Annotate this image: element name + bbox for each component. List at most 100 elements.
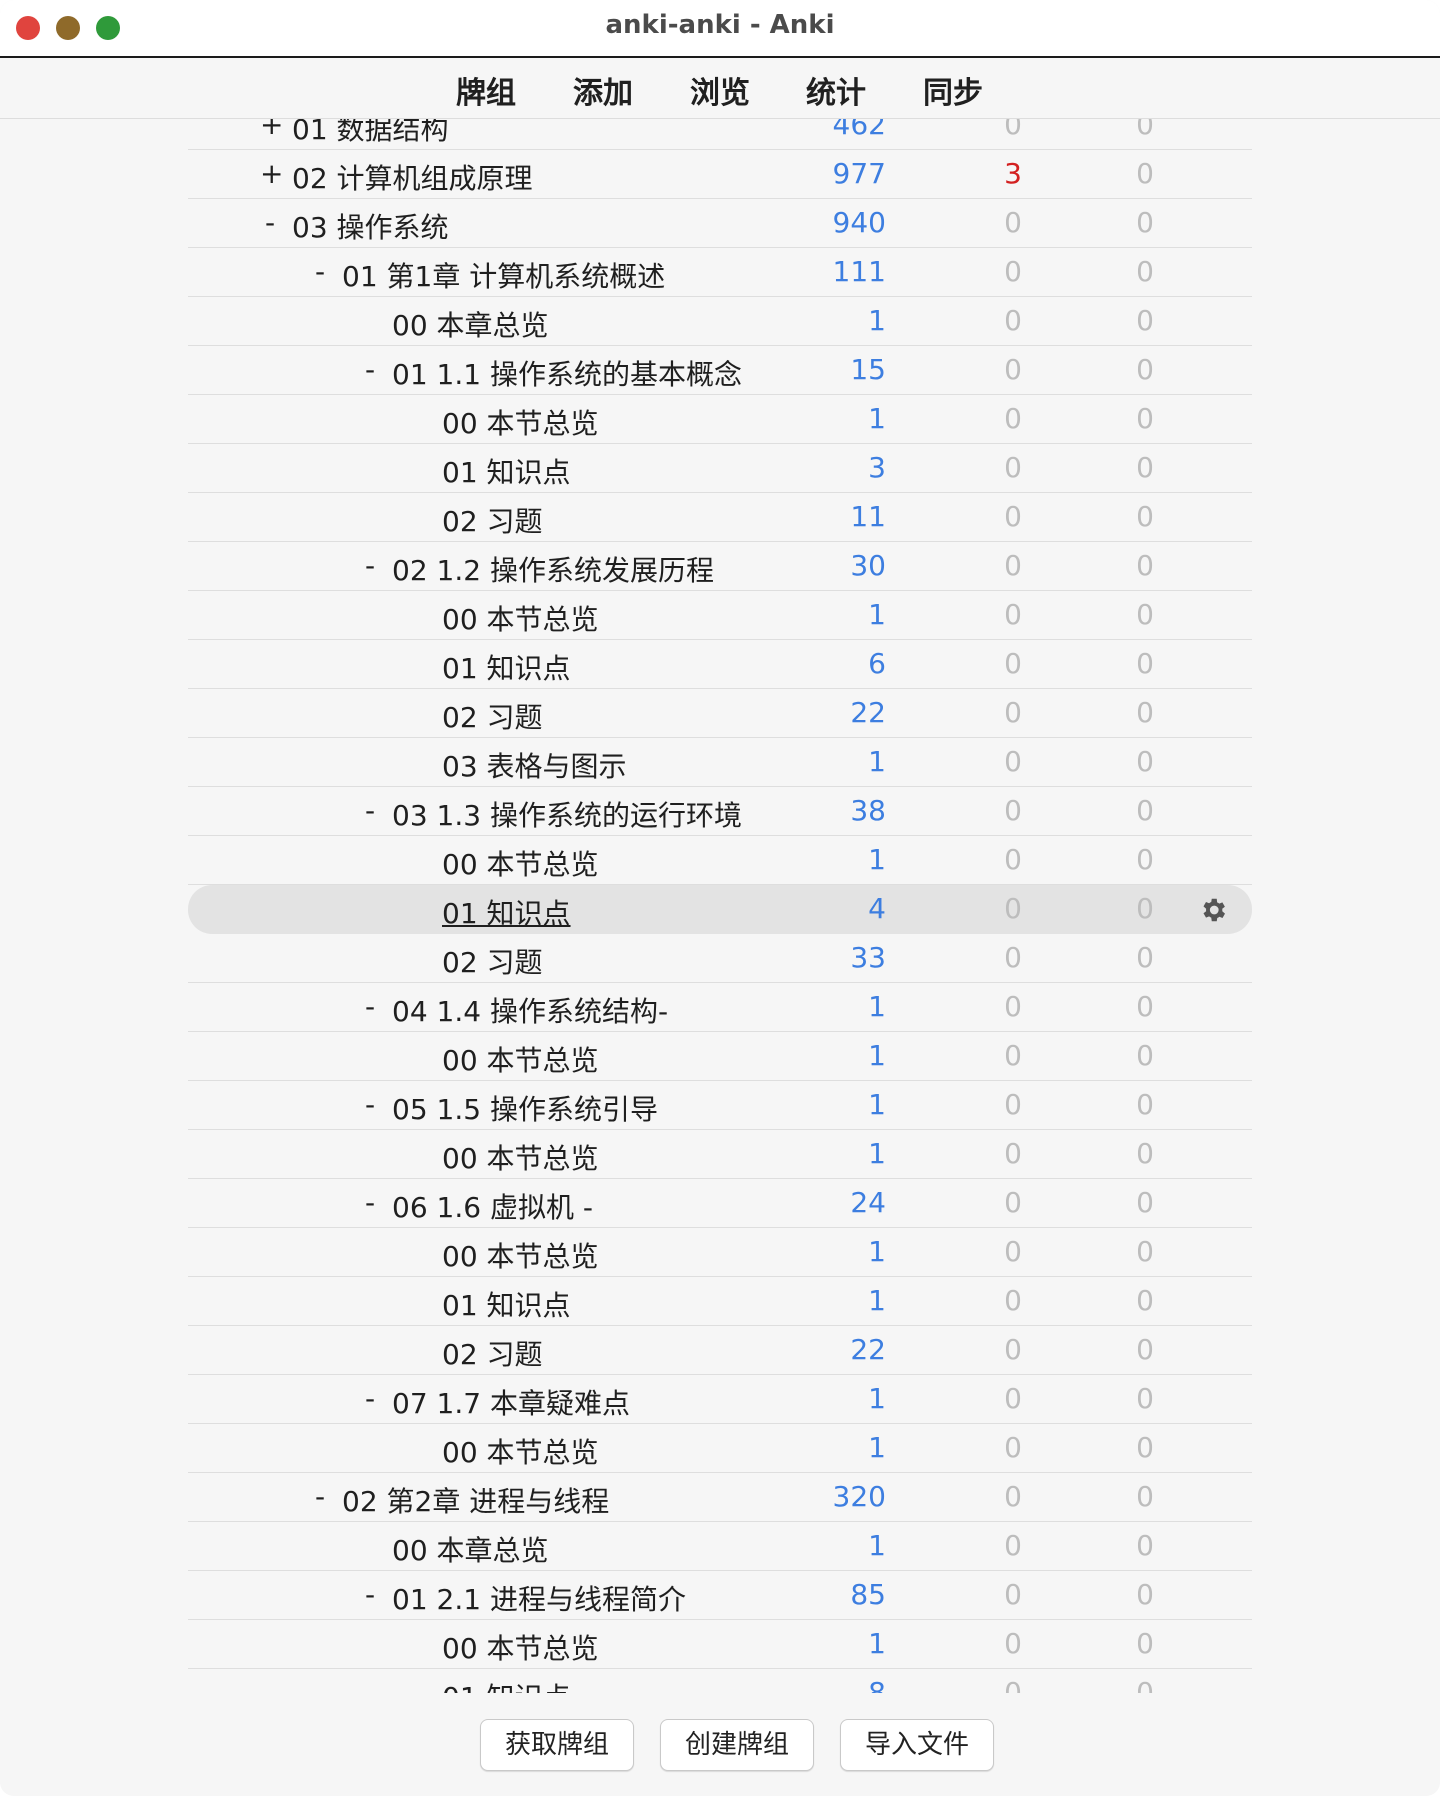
deck-name-link[interactable]: 00 本章总览 xyxy=(392,1529,549,1569)
deck-row[interactable]: 00 本节总览 1 0 0 xyxy=(188,1620,1252,1669)
deck-row[interactable]: 00 本节总览 1 0 0 xyxy=(188,1424,1252,1473)
deck-name-link[interactable]: 07 1.7 本章疑难点 xyxy=(392,1382,630,1422)
import-file-button[interactable]: 导入文件 xyxy=(840,1719,994,1771)
deck-row[interactable]: 02 习题 33 0 0 xyxy=(188,934,1252,983)
tab-add[interactable]: 添加 xyxy=(573,68,633,112)
learn-count: 0 xyxy=(1004,990,1022,1023)
deck-name-link[interactable]: 02 习题 xyxy=(442,941,543,981)
due-count: 0 xyxy=(1136,451,1154,484)
deck-name-link[interactable]: 04 1.4 操作系统结构- xyxy=(392,990,668,1030)
collapse-toggle[interactable]: - xyxy=(360,1088,380,1121)
collapse-toggle[interactable]: - xyxy=(360,794,380,827)
deck-name-link[interactable]: 03 表格与图示 xyxy=(442,745,627,785)
due-count: 0 xyxy=(1136,598,1154,631)
deck-name-link[interactable]: 00 本节总览 xyxy=(442,843,599,883)
deck-name-link[interactable]: 00 本节总览 xyxy=(442,1431,599,1471)
deck-name-link[interactable]: 05 1.5 操作系统引导 xyxy=(392,1088,658,1128)
deck-row-current[interactable]: 01 知识点 4 0 0 xyxy=(188,885,1252,934)
deck-row[interactable]: 03 表格与图示 1 0 0 xyxy=(188,738,1252,787)
collapse-toggle[interactable]: - xyxy=(260,206,280,239)
deck-name-link[interactable]: 01 第1章 计算机系统概述 xyxy=(342,255,665,295)
deck-row[interactable]: -01 1.1 操作系统的基本概念 15 0 0 xyxy=(188,346,1252,395)
deck-name-link[interactable]: 01 1.1 操作系统的基本概念 xyxy=(392,353,742,393)
deck-row[interactable]: -02 1.2 操作系统发展历程 30 0 0 xyxy=(188,542,1252,591)
get-shared-button[interactable]: 获取牌组 xyxy=(480,1719,634,1771)
deck-row[interactable]: -05 1.5 操作系统引导 1 0 0 xyxy=(188,1081,1252,1130)
create-deck-button[interactable]: 创建牌组 xyxy=(660,1719,814,1771)
deck-row[interactable]: 02 习题 22 0 0 xyxy=(188,1326,1252,1375)
deck-row[interactable]: 00 本节总览 1 0 0 xyxy=(188,1032,1252,1081)
expand-toggle[interactable]: + xyxy=(260,119,283,141)
deck-name-link[interactable]: 01 知识点 xyxy=(442,1676,571,1693)
tab-decks[interactable]: 牌组 xyxy=(456,68,516,112)
deck-row[interactable]: 00 本章总览 1 0 0 xyxy=(188,1522,1252,1571)
collapse-toggle[interactable]: - xyxy=(310,1480,330,1513)
deck-name-link[interactable]: 00 本节总览 xyxy=(442,1039,599,1079)
deck-row[interactable]: 01 知识点 6 0 0 xyxy=(188,640,1252,689)
collapse-toggle[interactable]: - xyxy=(360,549,380,582)
deck-row[interactable]: 01 知识点 3 0 0 xyxy=(188,444,1252,493)
due-count: 0 xyxy=(1136,500,1154,533)
collapse-toggle[interactable]: - xyxy=(360,353,380,386)
deck-name-link[interactable]: 02 1.2 操作系统发展历程 xyxy=(392,549,714,589)
deck-row[interactable]: -01 2.1 进程与线程简介 85 0 0 xyxy=(188,1571,1252,1620)
new-count: 1 xyxy=(868,1431,886,1464)
deck-name-link[interactable]: 01 知识点 xyxy=(442,1284,571,1324)
collapse-toggle[interactable]: - xyxy=(360,1578,380,1611)
deck-row[interactable]: 00 本节总览 1 0 0 xyxy=(188,1130,1252,1179)
deck-name-link[interactable]: 00 本节总览 xyxy=(442,598,599,638)
gear-icon[interactable] xyxy=(1198,895,1228,925)
expand-toggle[interactable]: + xyxy=(260,157,283,190)
deck-name-link[interactable]: 02 第2章 进程与线程 xyxy=(342,1480,609,1520)
deck-row[interactable]: +01 数据结构 462 0 0 xyxy=(188,119,1252,150)
deck-name-link[interactable]: 00 本节总览 xyxy=(442,402,599,442)
tab-browse[interactable]: 浏览 xyxy=(690,68,750,112)
deck-name-link[interactable]: 02 习题 xyxy=(442,500,543,540)
deck-row[interactable]: 01 知识点 1 0 0 xyxy=(188,1277,1252,1326)
deck-row[interactable]: -03 1.3 操作系统的运行环境 38 0 0 xyxy=(188,787,1252,836)
collapse-toggle[interactable]: - xyxy=(360,990,380,1023)
deck-name-link[interactable]: 00 本节总览 xyxy=(442,1235,599,1275)
deck-name-link[interactable]: 00 本节总览 xyxy=(442,1627,599,1667)
deck-row[interactable]: 01 知识点 8 0 0 xyxy=(188,1669,1252,1693)
deck-row[interactable]: 02 习题 22 0 0 xyxy=(188,689,1252,738)
tab-stats[interactable]: 统计 xyxy=(806,68,866,112)
deck-row[interactable]: 00 本节总览 1 0 0 xyxy=(188,1228,1252,1277)
due-count: 0 xyxy=(1136,1431,1154,1464)
deck-row[interactable]: +02 计算机组成原理 977 3 0 xyxy=(188,150,1252,199)
deck-name-link[interactable]: 02 习题 xyxy=(442,1333,543,1373)
deck-row[interactable]: -01 第1章 计算机系统概述 111 0 0 xyxy=(188,248,1252,297)
new-count: 85 xyxy=(850,1578,886,1611)
deck-name-link[interactable]: 02 习题 xyxy=(442,696,543,736)
deck-name-link[interactable]: 00 本章总览 xyxy=(392,304,549,344)
deck-name-link[interactable]: 03 1.3 操作系统的运行环境 xyxy=(392,794,742,834)
collapse-toggle[interactable]: - xyxy=(360,1382,380,1415)
deck-name-link[interactable]: 02 计算机组成原理 xyxy=(292,157,533,197)
deck-name-link[interactable]: 06 1.6 虚拟机 - xyxy=(392,1186,593,1226)
new-count: 940 xyxy=(832,206,886,239)
deck-name-link[interactable]: 00 本节总览 xyxy=(442,1137,599,1177)
learn-count: 0 xyxy=(1004,1088,1022,1121)
deck-name-link[interactable]: 01 知识点 xyxy=(442,892,571,932)
learn-count: 0 xyxy=(1004,1627,1022,1660)
deck-row[interactable]: 00 本章总览 1 0 0 xyxy=(188,297,1252,346)
deck-row[interactable]: 00 本节总览 1 0 0 xyxy=(188,591,1252,640)
deck-row[interactable]: -02 第2章 进程与线程 320 0 0 xyxy=(188,1473,1252,1522)
deck-row[interactable]: -06 1.6 虚拟机 - 24 0 0 xyxy=(188,1179,1252,1228)
deck-row[interactable]: 00 本节总览 1 0 0 xyxy=(188,836,1252,885)
deck-row[interactable]: -07 1.7 本章疑难点 1 0 0 xyxy=(188,1375,1252,1424)
deck-row[interactable]: -04 1.4 操作系统结构- 1 0 0 xyxy=(188,983,1252,1032)
deck-row[interactable]: -03 操作系统 940 0 0 xyxy=(188,199,1252,248)
collapse-toggle[interactable]: - xyxy=(310,255,330,288)
deck-row[interactable]: 02 习题 11 0 0 xyxy=(188,493,1252,542)
deck-row[interactable]: 00 本节总览 1 0 0 xyxy=(188,395,1252,444)
learn-count: 0 xyxy=(1004,696,1022,729)
deck-name-link[interactable]: 01 2.1 进程与线程简介 xyxy=(392,1578,686,1618)
collapse-toggle[interactable]: - xyxy=(360,1186,380,1219)
deck-name-link[interactable]: 01 知识点 xyxy=(442,451,571,491)
deck-name-link[interactable]: 01 数据结构 xyxy=(292,119,449,148)
tab-sync[interactable]: 同步 xyxy=(923,68,983,112)
deck-name-link[interactable]: 03 操作系统 xyxy=(292,206,449,246)
deck-browser[interactable]: +01 数据结构 462 0 0 +02 计算机组成原理 977 3 0-03 操作系统 940… xyxy=(0,119,1440,1693)
deck-name-link[interactable]: 01 知识点 xyxy=(442,647,571,687)
